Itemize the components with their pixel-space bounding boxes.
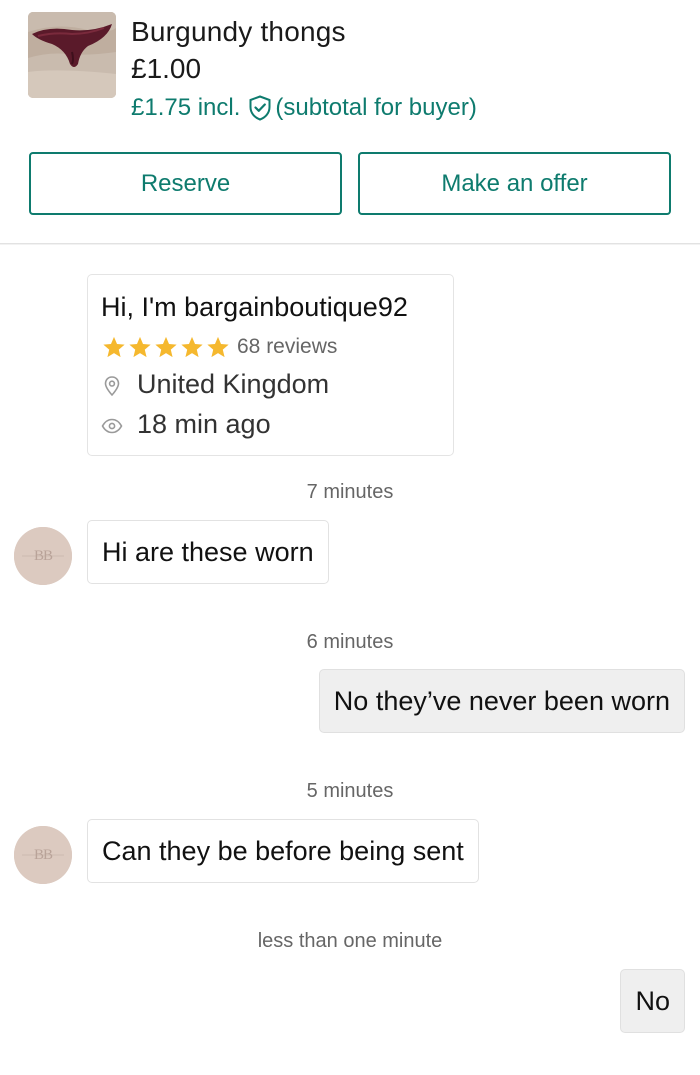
last-seen-text: 18 min ago xyxy=(137,408,271,439)
message-timestamp: less than one minute xyxy=(257,930,443,952)
incl-price: £1.75 incl. xyxy=(131,94,241,121)
bb-logo-icon: BB xyxy=(14,826,72,884)
reserve-button[interactable]: Reserve xyxy=(29,152,342,215)
item-title: Burgundy thongs xyxy=(131,16,346,47)
message-timestamp: 5 minutes xyxy=(306,780,394,802)
review-count[interactable]: 68 reviews xyxy=(237,335,337,359)
item-thumbnail[interactable] xyxy=(28,12,116,98)
thong-photo-icon xyxy=(28,12,116,98)
seller-profile-card[interactable]: Hi, I'm bargainboutique92 68 reviews Uni… xyxy=(87,274,454,456)
eye-icon xyxy=(101,413,123,435)
message-timestamp: 7 minutes xyxy=(306,481,394,503)
outgoing-message: No xyxy=(620,969,685,1033)
make-offer-button[interactable]: Make an offer xyxy=(358,152,671,215)
outgoing-message: No they’ve never been worn xyxy=(318,669,685,733)
star-icon xyxy=(207,336,229,357)
incoming-message: Hi are these worn xyxy=(87,520,329,584)
item-header: Burgundy thongs £1.00 £1.75 incl. (subto… xyxy=(0,0,700,244)
star-icon xyxy=(155,336,177,357)
profile-greeting: Hi, I'm bargainboutique92 xyxy=(101,292,408,322)
location-text: United Kingdom xyxy=(137,368,330,399)
buyer-subtotal-row[interactable]: £1.75 incl. (subtotal for buyer) xyxy=(131,94,477,122)
svg-text:BB: BB xyxy=(34,548,53,564)
star-icon xyxy=(129,336,151,357)
avatar[interactable]: BB xyxy=(14,527,72,585)
bb-logo-icon: BB xyxy=(14,527,72,585)
svg-text:BB: BB xyxy=(34,847,53,863)
incoming-message: Can they be before being sent xyxy=(87,819,479,883)
item-price: £1.00 xyxy=(131,53,202,84)
rating-row: 68 reviews xyxy=(101,332,337,362)
subtotal-note: (subtotal for buyer) xyxy=(275,94,477,121)
avatar[interactable]: BB xyxy=(14,826,72,884)
last-seen-row: 18 min ago xyxy=(101,407,271,441)
message-timestamp: 6 minutes xyxy=(306,631,394,653)
conversation-thread: Hi, I'm bargainboutique92 68 reviews Uni… xyxy=(0,245,700,1075)
star-icon xyxy=(103,336,125,357)
rating-stars xyxy=(101,335,231,360)
location-pin-icon xyxy=(101,373,123,397)
star-icon xyxy=(181,336,203,357)
shield-check-icon[interactable] xyxy=(248,95,272,121)
location-row: United Kingdom xyxy=(101,367,329,401)
